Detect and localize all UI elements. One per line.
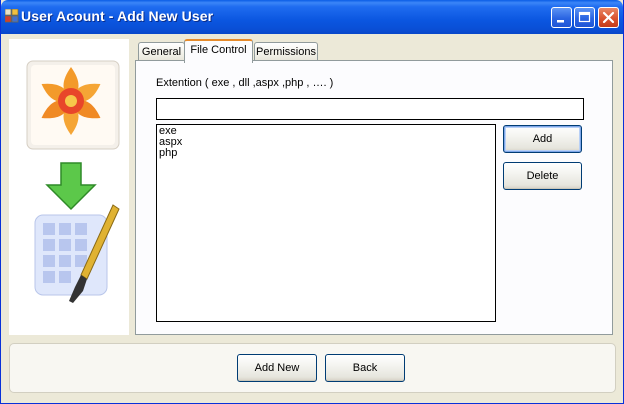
title-bar[interactable]: User Acount - Add New User <box>1 0 623 34</box>
decorative-image-panel <box>9 39 129 335</box>
list-item[interactable]: aspx <box>159 137 493 148</box>
tab-permissions[interactable]: Permissions <box>254 42 318 61</box>
delete-button[interactable]: Delete <box>503 162 582 190</box>
close-button[interactable] <box>598 7 619 28</box>
extension-input[interactable] <box>156 98 584 120</box>
download-arrow-icon <box>45 162 97 211</box>
list-item[interactable]: exe <box>159 126 493 137</box>
extension-list[interactable]: exe aspx php <box>156 124 496 322</box>
user-illustration <box>26 60 120 303</box>
list-item[interactable]: php <box>159 148 493 159</box>
add-button[interactable]: Add <box>503 125 582 153</box>
tab-general[interactable]: General <box>138 42 185 61</box>
add-new-button[interactable]: Add New <box>237 354 317 382</box>
window-title: User Acount - Add New User <box>21 8 214 24</box>
back-button[interactable]: Back <box>325 354 405 382</box>
flower-logo-icon <box>26 60 120 150</box>
maximize-button[interactable] <box>574 7 595 28</box>
maximize-icon <box>575 8 594 27</box>
close-icon <box>599 8 618 27</box>
paintbrush-grid-icon <box>34 204 120 303</box>
minimize-icon <box>552 8 571 27</box>
minimize-button[interactable] <box>551 7 572 28</box>
tab-file-control[interactable]: File Control <box>184 39 253 63</box>
footer-bar: Add New Back <box>9 343 616 393</box>
user-account-window: User Acount - Add New User General File … <box>0 0 624 404</box>
extension-label: Extention ( exe , dll ,aspx ,php , …. ) <box>156 77 334 89</box>
app-icon <box>5 9 19 23</box>
file-control-panel: Extention ( exe , dll ,aspx ,php , …. ) … <box>135 60 613 335</box>
